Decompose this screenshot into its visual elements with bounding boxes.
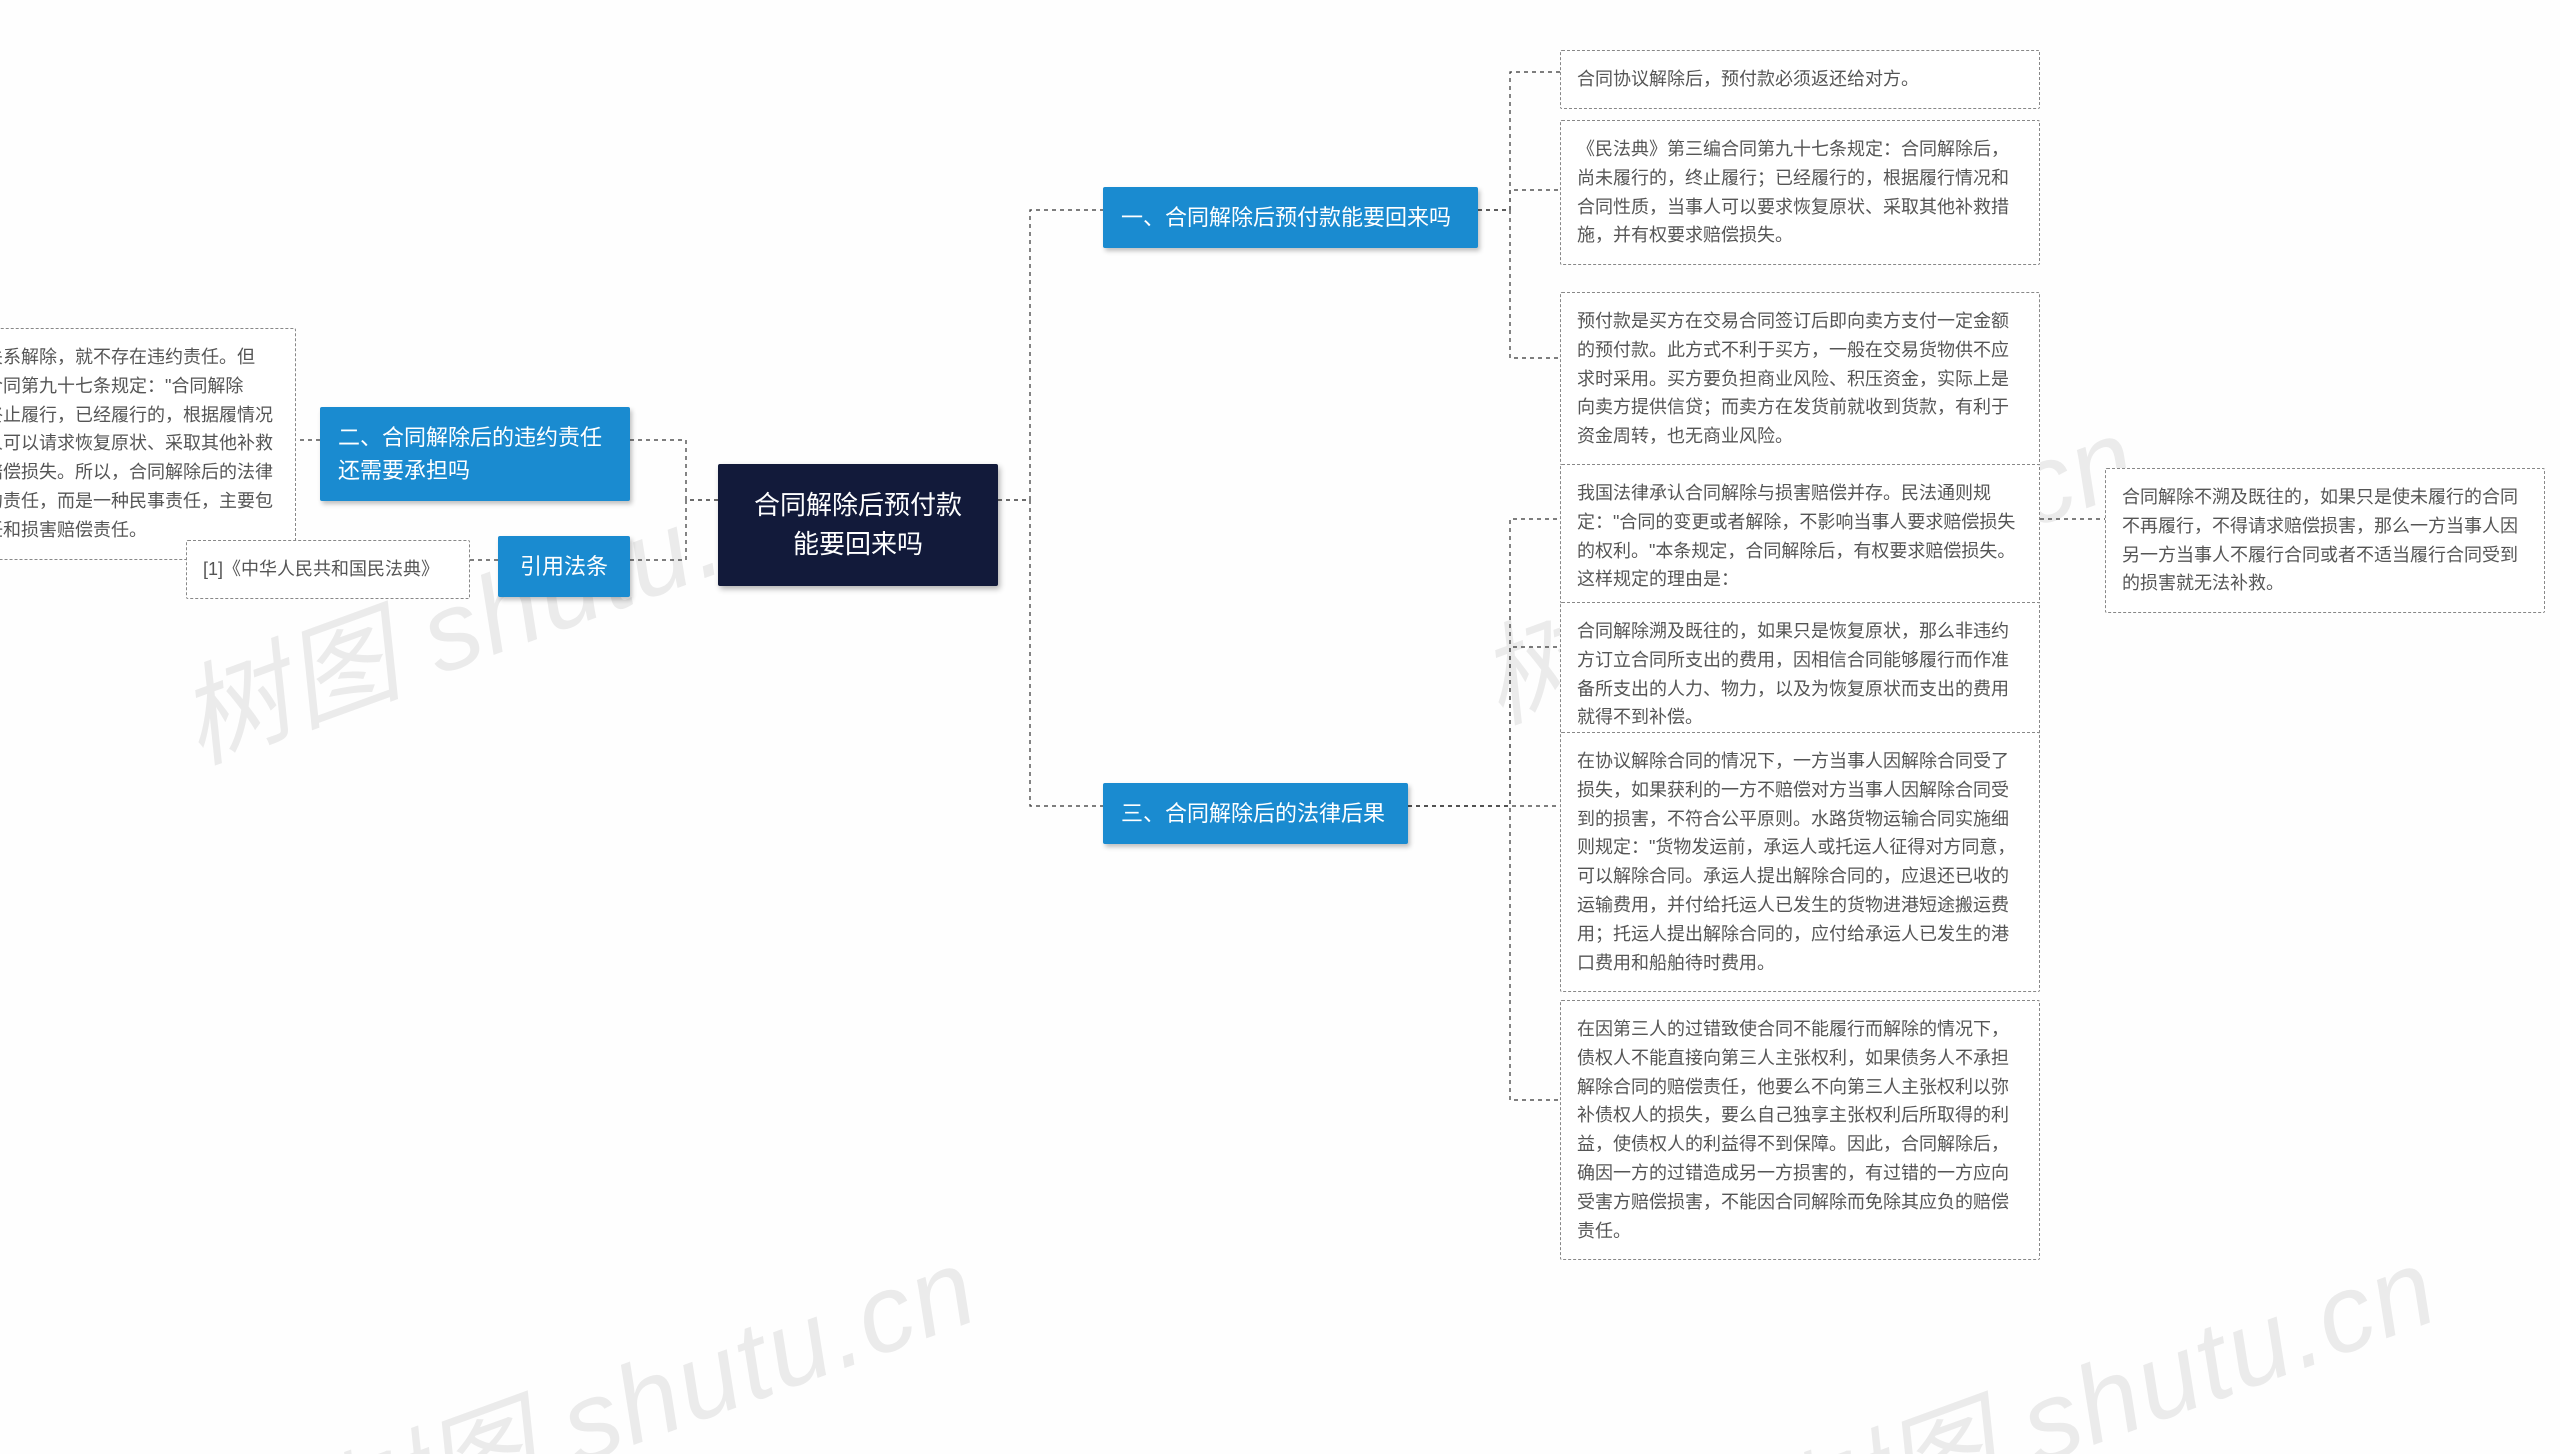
leaf-1-3[interactable]: 预付款是买方在交易合同签订后即向卖方支付一定金额的预付款。此方式不利于买方，一般… [1560,292,2040,466]
leaf-text: 我国法律承认合同解除与损害赔偿并存。民法通则规定："合同的变更或者解除，不影响当… [1577,483,2015,589]
leaf-3-2[interactable]: 合同解除溯及既往的，如果只是恢复原状，那么非违约方订立合同所支出的费用，因相信合… [1560,602,2040,747]
leaf-1-2[interactable]: 《民法典》第三编合同第九十七条规定：合同解除后，尚未履行的，终止履行；已经履行的… [1560,120,2040,265]
leaf-text: 合同解除溯及既往的，如果只是恢复原状，那么非违约方订立合同所支出的费用，因相信合… [1577,621,2009,727]
leaf-text: 合同解除不溯及既往的，如果只是使未履行的合同不再履行，不得请求赔偿损害，那么一方… [2122,487,2518,593]
branch-2-title: 二、合同解除后的违约责任还需要承担吗 [338,425,602,483]
leaf-text: 在协议解除合同的情况下，一方当事人因解除合同受了损失，如果获利的一方不赔偿对方当… [1577,751,2015,973]
mindmap-canvas: 树图 shutu.cn 树图 shutu.cn 树图 shutu.cn 树图 s… [0,0,2560,1454]
leaf-text: [1]《中华人民共和国民法典》 [203,559,439,579]
leaf-3-1-sub[interactable]: 合同解除不溯及既往的，如果只是使未履行的合同不再履行，不得请求赔偿损害，那么一方… [2105,468,2545,613]
leaf-1-1[interactable]: 合同协议解除后，预付款必须返还给对方。 [1560,50,2040,109]
leaf-2-1[interactable]: 合同解除后，合同关系解除，就不存在违约责任。但《民法典》第三编合同第九十七条规定… [0,328,296,560]
branch-cite-title: 引用法条 [520,554,608,579]
leaf-text: 在因第三人的过错致使合同不能履行而解除的情况下，债权人不能直接向第三人主张权利，… [1577,1019,2009,1241]
watermark: 树图 shutu.cn [293,1197,995,1454]
leaf-text: 预付款是买方在交易合同签订后即向卖方支付一定金额的预付款。此方式不利于买方，一般… [1577,311,2009,446]
leaf-text: 《民法典》第三编合同第九十七条规定：合同解除后，尚未履行的，终止履行；已经履行的… [1577,139,2009,245]
branch-1[interactable]: 一、合同解除后预付款能要回来吗 [1103,187,1478,248]
root-title: 合同解除后预付款能要回来吗 [754,490,962,559]
leaf-3-3[interactable]: 在协议解除合同的情况下，一方当事人因解除合同受了损失，如果获利的一方不赔偿对方当… [1560,732,2040,992]
leaf-3-1[interactable]: 我国法律承认合同解除与损害赔偿并存。民法通则规定："合同的变更或者解除，不影响当… [1560,464,2040,609]
root-node[interactable]: 合同解除后预付款能要回来吗 [718,464,998,586]
branch-3[interactable]: 三、合同解除后的法律后果 [1103,783,1408,844]
branch-2[interactable]: 二、合同解除后的违约责任还需要承担吗 [320,407,630,501]
branch-cite[interactable]: 引用法条 [498,536,630,597]
leaf-3-4[interactable]: 在因第三人的过错致使合同不能履行而解除的情况下，债权人不能直接向第三人主张权利，… [1560,1000,2040,1260]
branch-3-title: 三、合同解除后的法律后果 [1121,801,1385,826]
leaf-cite-1[interactable]: [1]《中华人民共和国民法典》 [186,540,470,599]
leaf-text: 合同解除后，合同关系解除，就不存在违约责任。但《民法典》第三编合同第九十七条规定… [0,347,273,540]
branch-1-title: 一、合同解除后预付款能要回来吗 [1121,205,1451,230]
leaf-text: 合同协议解除后，预付款必须返还给对方。 [1577,69,1919,89]
